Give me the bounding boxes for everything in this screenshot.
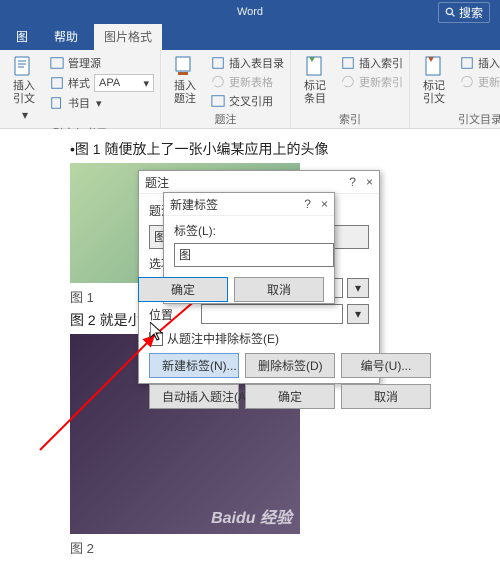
- help-icon[interactable]: ?: [304, 197, 311, 211]
- new-label-input[interactable]: 图: [174, 243, 334, 267]
- auto-caption-button[interactable]: 自动插入题注(A)...: [149, 384, 239, 409]
- group-toa-label: 引文目录: [414, 110, 500, 128]
- close-icon[interactable]: ×: [321, 197, 328, 211]
- insert-caption-label: 插入题注: [169, 80, 201, 106]
- insert-index-button[interactable]: 插入索引: [339, 54, 405, 72]
- caption-icon: [173, 54, 197, 78]
- crossref-button[interactable]: 交叉引用: [209, 92, 286, 110]
- style-select[interactable]: APA▾: [94, 74, 154, 92]
- ribbon: 插入引文 ▾ 管理源 样式 APA▾ 书目▾: [0, 50, 500, 129]
- bibliography-icon: [50, 96, 64, 110]
- toa-insert-icon: [460, 56, 474, 70]
- group-index-label: 索引: [295, 110, 405, 128]
- fig-toc-icon: [211, 56, 225, 70]
- new-label-ok-button[interactable]: 确定: [138, 277, 228, 302]
- update-icon: [211, 75, 225, 89]
- insert-citation-label: 插入引文: [8, 80, 40, 106]
- tab-picture[interactable]: 图: [6, 23, 38, 50]
- group-index: 标记条目 插入索引 更新索引 索引: [291, 50, 410, 128]
- caption-cancel-button[interactable]: 取消: [341, 384, 431, 409]
- search-placeholder: 搜索: [459, 4, 483, 21]
- citation-icon: [12, 54, 36, 78]
- style-icon: [50, 76, 64, 90]
- close-icon[interactable]: ×: [366, 175, 373, 189]
- chevron-down-icon[interactable]: ▾: [347, 304, 369, 324]
- sources-icon: [50, 56, 64, 70]
- new-label-dialog: 新建标签 ? × 标签(L): 图 确定 取消: [163, 192, 335, 304]
- update-toa-button[interactable]: 更新引文目录: [458, 73, 500, 91]
- new-label-button[interactable]: 新建标签(N)...: [149, 353, 239, 378]
- ribbon-tabs: 图 帮助 图片格式: [0, 24, 500, 50]
- group-toa: 标记引文 插入引文目录 更新引文目录 引文目录: [410, 50, 500, 128]
- title-bar: Word 搜索: [0, 0, 500, 24]
- chevron-down-icon[interactable]: ▾: [347, 278, 369, 298]
- mark-citation-label: 标记引文: [418, 80, 450, 106]
- mark-entry-label: 标记条目: [299, 80, 331, 106]
- new-label-dialog-title: 新建标签: [170, 196, 218, 213]
- exclude-label-text: 从题注中排除标签(E): [167, 330, 279, 347]
- doc-line-1: •图 1 随便放上了一张小编某应用上的头像: [70, 139, 500, 159]
- mark-icon: [303, 54, 327, 78]
- delete-label-button[interactable]: 删除标签(D): [245, 353, 335, 378]
- update-table-button[interactable]: 更新表格: [209, 73, 286, 91]
- insert-fig-toc-button[interactable]: 插入表目录: [209, 54, 286, 72]
- manage-sources-button[interactable]: 管理源: [48, 54, 156, 72]
- crossref-icon: [211, 94, 225, 108]
- group-caption-label: 题注: [165, 110, 286, 128]
- update-index-button[interactable]: 更新索引: [339, 73, 405, 91]
- bibliography-button[interactable]: 书目▾: [48, 94, 156, 112]
- figure-caption-2: 图 2: [70, 538, 500, 557]
- group-citation: 插入引文 ▾ 管理源 样式 APA▾ 书目▾: [0, 50, 161, 128]
- help-icon[interactable]: ?: [349, 175, 356, 189]
- app-title: Word: [237, 6, 263, 18]
- insert-toa-button[interactable]: 插入引文目录: [458, 54, 500, 72]
- toa-update-icon: [460, 75, 474, 89]
- insert-citation-button[interactable]: 插入引文 ▾: [4, 52, 44, 124]
- caption-dialog-title: 题注: [145, 174, 169, 191]
- caption-ok-button[interactable]: 确定: [245, 384, 335, 409]
- index-icon: [341, 56, 355, 70]
- new-label-cancel-button[interactable]: 取消: [234, 277, 324, 302]
- watermark: Baidu 经验: [211, 504, 292, 528]
- mark-entry-button[interactable]: 标记条目: [295, 52, 335, 108]
- style-selector[interactable]: 样式 APA▾: [48, 73, 156, 93]
- insert-caption-button[interactable]: 插入题注: [165, 52, 205, 108]
- group-caption: 插入题注 插入表目录 更新表格 交叉引用 题注: [161, 50, 291, 128]
- search-icon: [445, 7, 455, 17]
- new-label-label: 标签(L):: [174, 224, 216, 238]
- search-box[interactable]: 搜索: [438, 2, 490, 23]
- exclude-label-checkbox[interactable]: [149, 332, 163, 346]
- tab-help[interactable]: 帮助: [44, 23, 88, 50]
- numbering-button[interactable]: 编号(U)...: [341, 353, 431, 378]
- tab-picture-format[interactable]: 图片格式: [94, 23, 162, 50]
- position-label: 位置: [149, 306, 197, 323]
- chevron-down-icon: ▾: [22, 108, 28, 122]
- mark-citation-button[interactable]: 标记引文: [414, 52, 454, 108]
- toa-icon: [422, 54, 446, 78]
- update-index-icon: [341, 75, 355, 89]
